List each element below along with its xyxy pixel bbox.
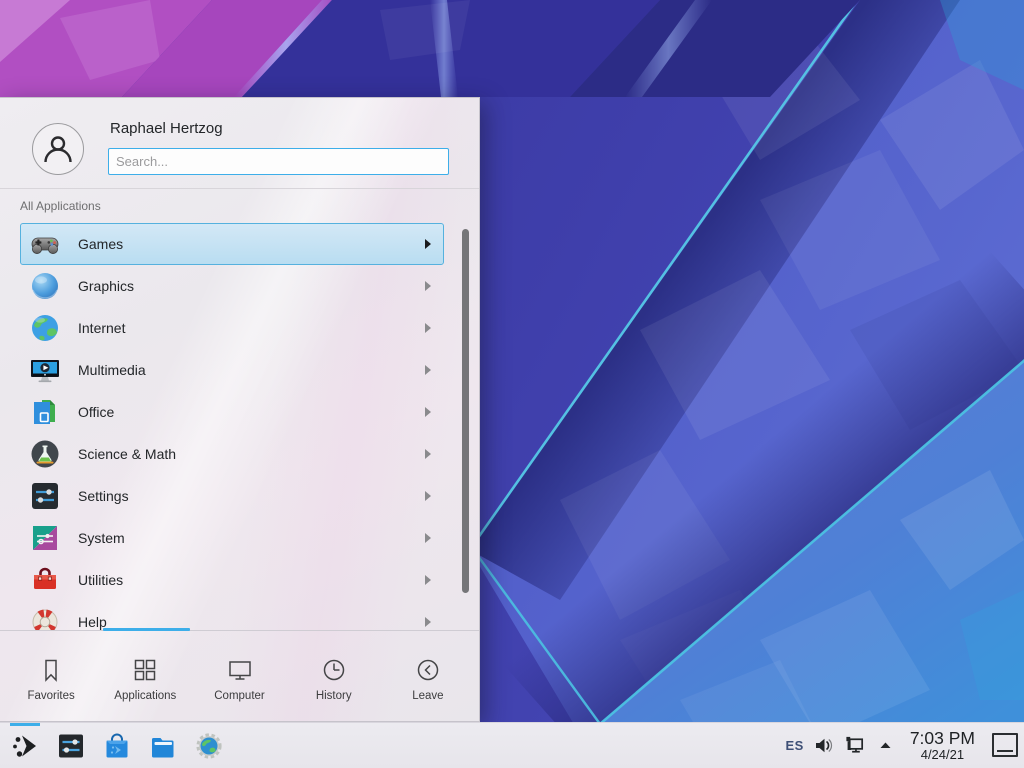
- category-system[interactable]: System: [20, 517, 444, 559]
- web-browser-button[interactable]: [191, 726, 227, 766]
- launcher-tab-bar: Favorites Applications Computer: [0, 631, 479, 723]
- keyboard-layout-indicator[interactable]: ES: [785, 738, 803, 753]
- tab-label: Computer: [214, 690, 265, 702]
- show-desktop-button[interactable]: [992, 733, 1018, 757]
- desktop: Raphael Hertzog All Applications: [0, 0, 1024, 768]
- tab-applications[interactable]: Applications: [98, 653, 192, 702]
- tab-favorites[interactable]: Favorites: [4, 653, 98, 702]
- sphere-icon: [29, 270, 61, 302]
- tab-history[interactable]: History: [287, 653, 381, 702]
- submenu-arrow-icon: [425, 449, 431, 459]
- category-science-math[interactable]: Science & Math: [20, 433, 444, 475]
- category-label: System: [78, 530, 125, 546]
- submenu-arrow-icon: [425, 281, 431, 291]
- clock-time: 7:03 PM: [910, 729, 975, 748]
- taskbar-launchers: [0, 726, 227, 766]
- search-input[interactable]: [108, 148, 449, 175]
- category-list: Games Graphics: [0, 223, 480, 630]
- user-avatar[interactable]: [32, 123, 84, 175]
- gamepad-icon: [29, 228, 61, 260]
- leave-icon: [415, 657, 441, 683]
- category-multimedia[interactable]: Multimedia: [20, 349, 444, 391]
- category-label: Graphics: [78, 278, 134, 294]
- category-help[interactable]: Help: [20, 601, 444, 630]
- tab-label: Applications: [114, 690, 176, 702]
- clock-icon: [321, 657, 347, 683]
- tab-label: Favorites: [27, 690, 74, 702]
- digital-clock[interactable]: 7:03 PM 4/24/21: [910, 729, 975, 762]
- category-label: Internet: [78, 320, 125, 336]
- submenu-arrow-icon: [425, 365, 431, 375]
- discover-button[interactable]: [99, 726, 135, 766]
- tab-computer[interactable]: Computer: [192, 653, 286, 702]
- grid-icon: [132, 657, 158, 683]
- lifering-icon: [29, 606, 61, 630]
- toolbox-icon: [29, 564, 61, 596]
- application-launcher-menu: Raphael Hertzog All Applications: [0, 97, 480, 722]
- globe-icon: [29, 312, 61, 344]
- app-launcher-icon: [10, 731, 40, 761]
- taskbar: ES: [0, 722, 1024, 768]
- system-tray: ES: [785, 729, 1024, 762]
- user-icon: [41, 132, 75, 166]
- category-games[interactable]: Games: [20, 223, 444, 265]
- flask-icon: [29, 438, 61, 470]
- submenu-arrow-icon: [425, 407, 431, 417]
- category-label: Office: [78, 404, 114, 420]
- system-settings-button[interactable]: [53, 726, 89, 766]
- computer-icon: [227, 657, 253, 683]
- category-label: Science & Math: [78, 446, 176, 462]
- category-label: Multimedia: [78, 362, 146, 378]
- file-manager-icon: [148, 731, 178, 761]
- clock-date: 4/24/21: [910, 748, 975, 762]
- category-internet[interactable]: Internet: [20, 307, 444, 349]
- category-office[interactable]: Office: [20, 391, 444, 433]
- submenu-arrow-icon: [425, 533, 431, 543]
- category-settings[interactable]: Settings: [20, 475, 444, 517]
- sliders-icon: [29, 480, 61, 512]
- expand-arrow-icon[interactable]: [875, 734, 897, 756]
- system-settings-icon: [56, 731, 86, 761]
- tab-leave[interactable]: Leave: [381, 653, 475, 702]
- app-launcher-button[interactable]: [7, 726, 43, 766]
- discover-icon: [102, 731, 132, 761]
- user-name: Raphael Hertzog: [110, 120, 223, 137]
- section-label: All Applications: [20, 199, 101, 213]
- system-sliders-icon: [29, 522, 61, 554]
- category-graphics[interactable]: Graphics: [20, 265, 444, 307]
- tab-label: Leave: [412, 690, 443, 702]
- submenu-arrow-icon: [425, 491, 431, 501]
- web-browser-icon: [194, 731, 224, 761]
- file-manager-button[interactable]: [145, 726, 181, 766]
- submenu-arrow-icon: [425, 323, 431, 333]
- network-icon[interactable]: [844, 734, 866, 756]
- bookmark-icon: [38, 657, 64, 683]
- list-scrollbar[interactable]: [462, 229, 469, 593]
- submenu-arrow-icon: [425, 617, 431, 627]
- category-label: Settings: [78, 488, 129, 504]
- tab-label: History: [316, 690, 352, 702]
- media-monitor-icon: [29, 354, 61, 386]
- category-label: Games: [78, 236, 123, 252]
- documents-icon: [29, 396, 61, 428]
- category-utilities[interactable]: Utilities: [20, 559, 444, 601]
- volume-icon[interactable]: [813, 734, 835, 756]
- launcher-header: Raphael Hertzog: [0, 98, 479, 189]
- category-label: Utilities: [78, 572, 123, 588]
- submenu-arrow-icon: [425, 239, 431, 249]
- submenu-arrow-icon: [425, 575, 431, 585]
- active-task-indicator: [10, 723, 40, 726]
